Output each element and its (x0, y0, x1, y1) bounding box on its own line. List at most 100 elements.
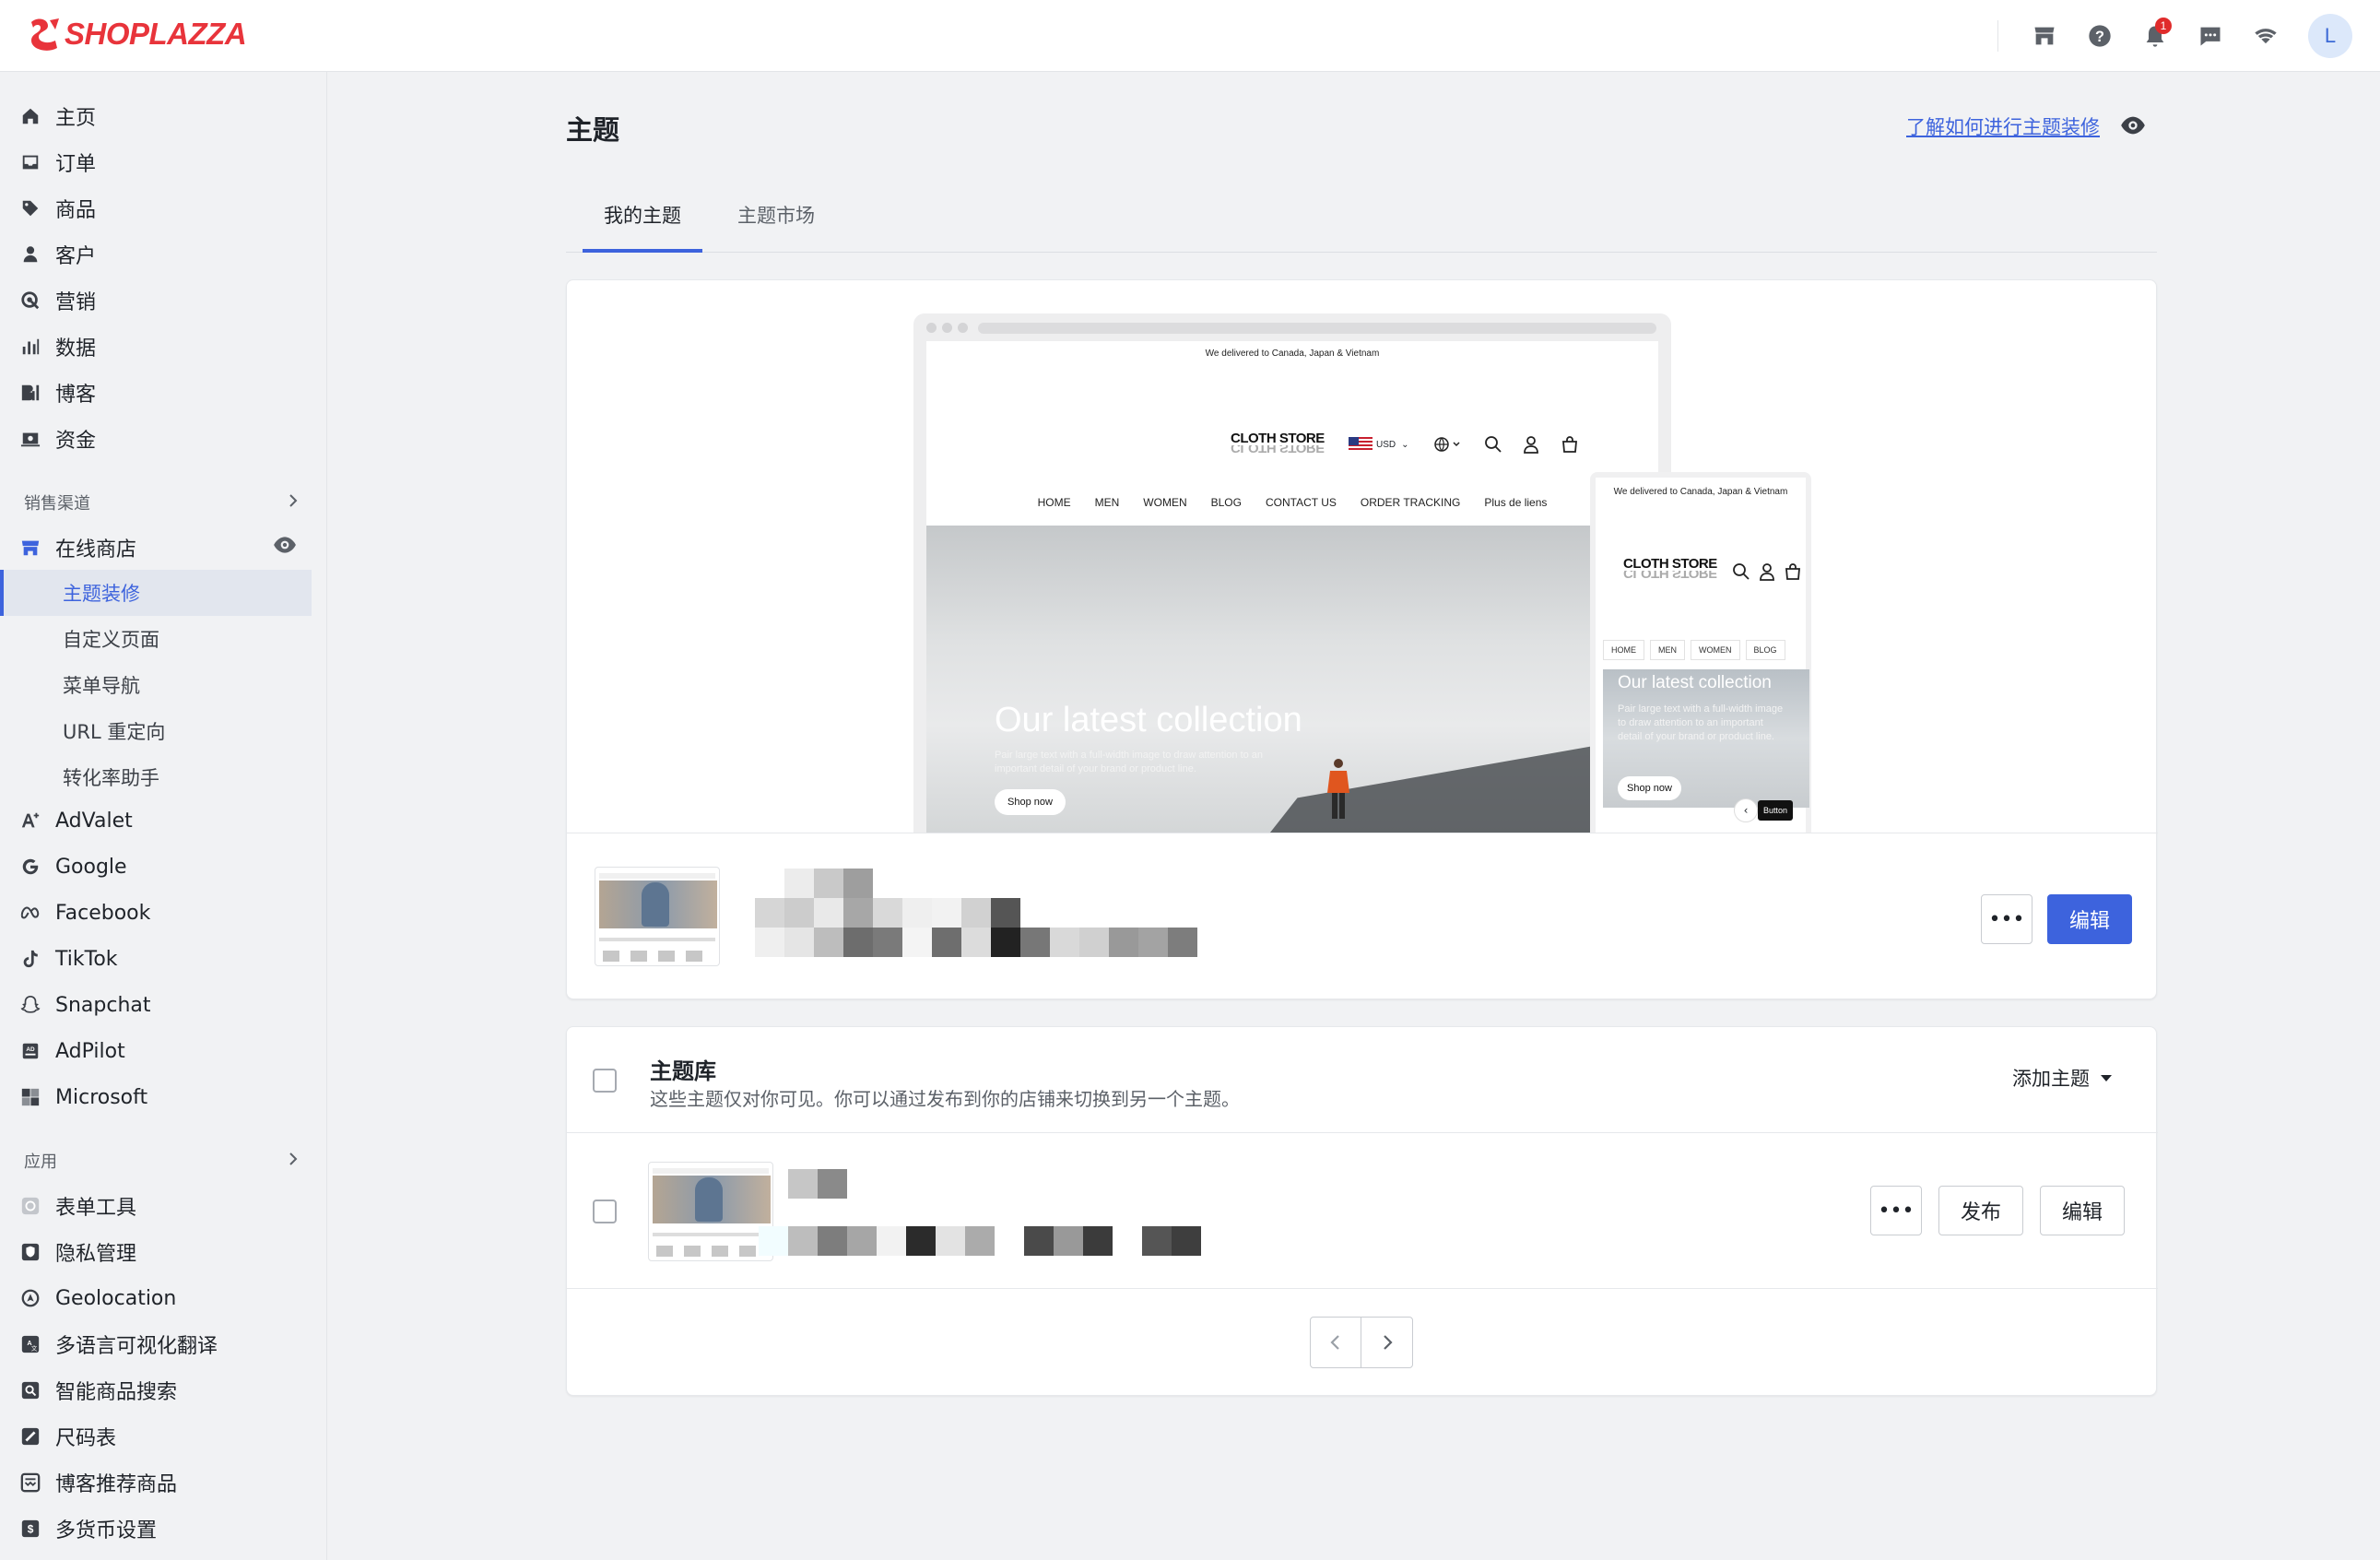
sidebar-item-label: 在线商店 (55, 538, 137, 561)
add-theme-label: 添加主题 (2012, 1068, 2090, 1090)
sidebar-item-tiktok[interactable]: TikTok (20, 939, 118, 979)
store-logo-text: CLOTH STORE (1623, 556, 1717, 572)
sidebar-item-google[interactable]: Google (20, 846, 127, 887)
theme-tabs: 我的主题 主题市场 (566, 188, 2157, 253)
sidebar-item-blog[interactable]: 博客 (20, 372, 96, 413)
chat-icon[interactable] (2183, 8, 2238, 64)
next-page-button[interactable] (1361, 1318, 1412, 1367)
form-app-icon (20, 1196, 41, 1216)
sidebar-item-online-store[interactable]: 在线商店 (20, 527, 297, 568)
sidebar-item-orders[interactable]: 订单 (20, 142, 96, 183)
theme-preview[interactable]: We delivered to Canada, Japan & Vietnam … (567, 280, 2158, 833)
svg-text:$: $ (28, 1523, 34, 1536)
sidebar-subitem-url-redirect[interactable]: URL 重定向 (63, 709, 165, 753)
library-divider (567, 1132, 2158, 1133)
sidebar-item-facebook[interactable]: Facebook (20, 892, 150, 933)
theme-row-checkbox[interactable] (593, 1200, 617, 1223)
tag-icon (20, 198, 41, 219)
theme-more-button[interactable]: ••• (1981, 894, 2032, 944)
apps-header[interactable]: 应用 (24, 1147, 300, 1175)
learn-theme-link[interactable]: 了解如何进行主题装修 (1906, 112, 2100, 140)
publish-theme-button[interactable]: 发布 (1938, 1186, 2023, 1235)
sidebar-subitem-conversion[interactable]: 转化率助手 (63, 755, 159, 799)
announcement-bar: We delivered to Canada, Japan & Vietnam (1205, 349, 1380, 359)
theme-library-card: 主题库 这些主题仅对你可见。你可以通过发布到你的店铺来切换到另一个主题。 添加主… (566, 1026, 2158, 1396)
blog-products-icon (20, 1472, 41, 1493)
sidebar-app-form-tool[interactable]: 表单工具 (20, 1186, 136, 1226)
user-avatar[interactable]: L (2308, 14, 2352, 58)
store-icon[interactable] (2017, 8, 2072, 64)
store-nav-item: CONTACT US (1265, 496, 1337, 509)
sidebar-item-adpilot[interactable]: AD AdPilot (20, 1031, 125, 1071)
sidebar-item-snapchat[interactable]: Snapchat (20, 985, 151, 1025)
sidebar-item-finance[interactable]: 资金 (20, 419, 96, 459)
store-nav-item: WOMEN (1143, 496, 1187, 509)
sidebar-item-home[interactable]: 主页 (20, 96, 96, 136)
desktop-store-nav: HOME MEN WOMEN BLOG CONTACT US ORDER TRA… (926, 496, 1658, 509)
sidebar-item-label: 数据 (55, 337, 97, 360)
eye-icon[interactable] (2120, 112, 2146, 138)
microsoft-icon (20, 1087, 41, 1107)
eye-icon[interactable] (273, 533, 297, 562)
globe-icon (1434, 437, 1460, 452)
sidebar-app-privacy[interactable]: 隐私管理 (20, 1232, 136, 1272)
wifi-icon[interactable] (2238, 8, 2293, 64)
pagination (1310, 1317, 1413, 1368)
library-theme-thumbnail (648, 1162, 773, 1261)
sidebar-item-label: 客户 (55, 245, 97, 268)
sidebar-subitem-menu-nav[interactable]: 菜单导航 (63, 663, 140, 707)
store-nav-item: ORDER TRACKING (1360, 496, 1461, 509)
sidebar-item-customers[interactable]: 客户 (20, 234, 96, 275)
sidebar-item-label: Google (55, 855, 127, 879)
chevron-down-icon: ⌄ (1401, 439, 1409, 450)
sidebar-item-analytics[interactable]: 数据 (20, 326, 96, 367)
sales-channels-header[interactable]: 销售渠道 (24, 489, 300, 516)
shoplazza-logo[interactable]: SHOPLAZZA (28, 17, 247, 52)
library-edit-theme-button[interactable]: 编辑 (2040, 1186, 2125, 1235)
help-icon[interactable]: ? (2072, 8, 2127, 64)
sidebar-item-label: 订单 (55, 153, 97, 176)
search-icon (1485, 436, 1502, 453)
sidebar-subitem-custom-pages[interactable]: 自定义页面 (63, 617, 159, 661)
google-icon (20, 857, 41, 877)
adpilot-icon: AD (20, 1041, 41, 1061)
tab-theme-market[interactable]: 主题市场 (737, 201, 815, 253)
sidebar-item-label: 商品 (55, 199, 97, 222)
prev-page-button[interactable] (1311, 1318, 1362, 1367)
sidebar-item-label: 资金 (55, 430, 97, 453)
chevron-right-icon (286, 493, 300, 513)
sidebar-item-label: Facebook (55, 901, 151, 925)
sidebar-item-label: 尺码表 (55, 1427, 117, 1450)
sidebar-app-blog-products[interactable]: 博客推荐商品 (20, 1462, 177, 1503)
svg-text:AD: AD (26, 1046, 35, 1053)
sidebar-app-geolocation[interactable]: Geolocation (20, 1278, 176, 1318)
add-theme-dropdown[interactable]: 添加主题 (2012, 1064, 2114, 1092)
chevron-right-icon (1383, 1335, 1393, 1350)
library-footer-divider (567, 1288, 2158, 1289)
sidebar-app-size-chart[interactable]: 尺码表 (20, 1416, 116, 1457)
sidebar-app-smart-search[interactable]: 智能商品搜索 (20, 1370, 177, 1411)
logo-mark-icon (31, 18, 59, 51)
sidebar-item-advalet[interactable]: AdValet (20, 800, 133, 841)
sidebar-subitem-theme-decoration[interactable]: 主题装修 (63, 571, 140, 615)
library-theme-more-button[interactable]: ••• (1870, 1186, 1922, 1235)
bell-icon[interactable]: 1 (2127, 8, 2183, 64)
topbar-divider (1997, 20, 1998, 52)
sidebar-item-marketing[interactable]: 营销 (20, 280, 96, 321)
mobile-search-icon (1733, 563, 1750, 580)
store-nav-item: HOME (1037, 496, 1071, 509)
sidebar-item-label: Geolocation (55, 1286, 177, 1310)
edit-theme-button[interactable]: 编辑 (2047, 894, 2132, 944)
sidebar-item-label: AdValet (55, 809, 133, 833)
meta-icon (20, 903, 41, 923)
sidebar-item-products[interactable]: 商品 (20, 188, 96, 229)
select-all-checkbox[interactable] (593, 1069, 617, 1093)
sidebar-item-microsoft[interactable]: Microsoft (20, 1077, 147, 1117)
translate-icon: A文 (20, 1334, 41, 1354)
tab-my-themes[interactable]: 我的主题 (583, 201, 702, 253)
sidebar-app-multi-currency[interactable]: $ 多货币设置 (20, 1508, 157, 1549)
advalet-icon (20, 810, 41, 831)
mobile-screen: We delivered to Canada, Japan & Vietnam … (1596, 478, 1809, 833)
mobile-preview: We delivered to Canada, Japan & Vietnam … (1590, 472, 1811, 833)
sidebar-app-translation[interactable]: A文 多语言可视化翻译 (20, 1324, 218, 1365)
